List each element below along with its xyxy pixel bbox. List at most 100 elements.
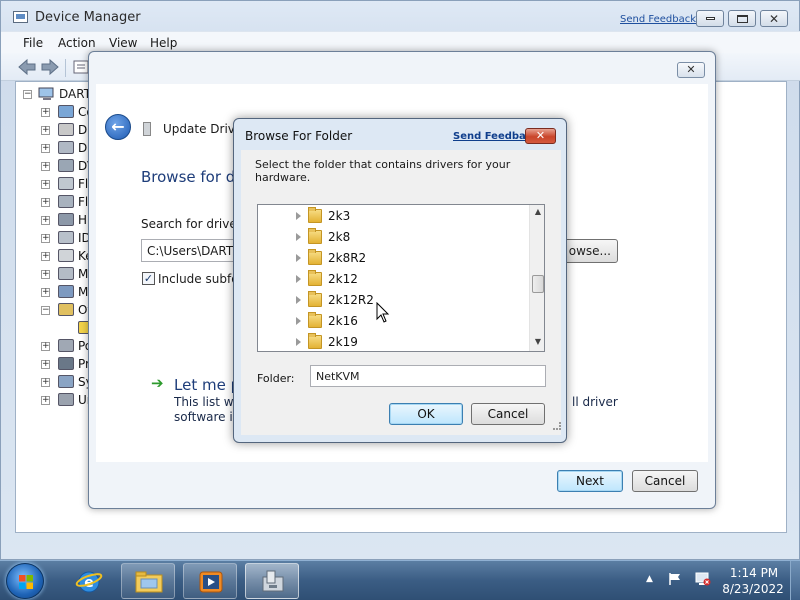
folder-input[interactable]: NetKVM [310,365,546,387]
expand-arrow-icon[interactable] [296,254,301,262]
expand-icon[interactable]: + [41,342,50,351]
vertical-scrollbar[interactable]: ▲ ▼ [529,205,544,351]
folder-icon [308,249,322,265]
expand-icon[interactable]: + [41,162,50,171]
folder-item[interactable]: 2k16 [258,311,528,332]
folder-name: 2k12R2 [328,293,374,307]
expand-icon[interactable]: + [41,396,50,405]
folder-icon [135,571,163,593]
clock-time[interactable]: 1:14 PM [724,566,784,580]
device-category-icon [58,213,74,226]
scroll-up-arrow-icon[interactable]: ▲ [530,207,544,219]
folder-label: Folder: [257,372,295,385]
menu-file[interactable]: File [23,36,43,50]
folder-item[interactable]: 2k3 [258,206,528,227]
show-desktop-button[interactable] [790,561,800,600]
device-category-icon [58,393,74,406]
device-category-icon [58,195,74,208]
expand-arrow-icon[interactable] [296,296,301,304]
folder-item[interactable]: 2k8 [258,227,528,248]
clock-date[interactable]: 8/23/2022 [716,582,790,596]
back-arrow-icon: ← [111,117,125,136]
send-feedback-link[interactable]: Send Feedback [620,14,696,25]
maximize-icon [736,14,748,23]
expand-icon[interactable]: + [41,252,50,261]
computer-icon [38,87,54,100]
expand-icon[interactable]: + [41,144,50,153]
show-hidden-icons-button[interactable]: ▲ [646,574,653,584]
wizard-cancel-button[interactable]: Cancel [632,470,698,492]
network-disconnected-icon[interactable] [695,572,711,586]
expand-icon[interactable]: + [41,234,50,243]
taskbar-media-player[interactable] [183,563,237,599]
browse-for-folder-dialog: Browse For Folder Send Feedback ✕ Select… [233,118,567,443]
minimize-button[interactable] [696,10,724,27]
instruction-text: Select the folder that contains drivers … [255,158,511,184]
ok-button[interactable]: OK [389,403,463,425]
next-button[interactable]: Next [557,470,623,492]
folder-icon [308,333,322,349]
scrollbar-thumb[interactable] [532,275,544,293]
expand-icon[interactable]: + [41,270,50,279]
folder-item[interactable]: 2k8R2 [258,248,528,269]
maximize-button[interactable] [728,10,756,27]
device-category-icon [58,159,74,172]
menu-help[interactable]: Help [150,36,177,50]
title-bar[interactable]: Device Manager Send Feedback ✕ [1,1,800,31]
wizard-close-button[interactable]: ✕ [677,62,705,78]
folder-icon [308,207,322,223]
expand-arrow-icon[interactable] [296,275,301,283]
include-subfolders-checkbox[interactable]: ✓ [142,272,155,285]
taskbar-device-manager[interactable] [245,563,299,599]
back-button[interactable]: ← [105,114,131,140]
green-arrow-icon: ➔ [151,374,164,392]
expand-icon[interactable]: + [41,198,50,207]
expand-icon[interactable]: + [41,288,50,297]
dialog-close-button[interactable]: ✕ [525,128,556,144]
let-me-pick-description-line2: software in t [174,410,234,424]
resize-grip[interactable] [553,422,561,430]
expand-arrow-icon[interactable] [296,212,301,220]
forward-arrow-icon[interactable] [40,58,60,76]
expand-arrow-icon[interactable] [296,233,301,241]
scroll-down-arrow-icon[interactable]: ▼ [530,337,544,349]
folder-tree[interactable]: 2k3 2k8 2k8R2 2k12 2k12R2 2k16 2k19 ▲ ▼ [257,204,545,352]
expand-icon[interactable]: + [41,378,50,387]
device-category-icon [58,105,74,118]
folder-item[interactable]: 2k12R2 [258,290,528,311]
device-category-icon [58,375,74,388]
collapse-icon[interactable]: − [41,306,50,315]
folder-item[interactable]: 2k19 [258,332,528,351]
expand-icon[interactable]: + [41,180,50,189]
close-button[interactable]: ✕ [760,10,788,27]
mouse-cursor-icon [376,302,390,323]
menu-view[interactable]: View [109,36,137,50]
taskbar-internet-explorer[interactable]: e [62,563,116,599]
folder-item[interactable]: 2k12 [258,269,528,290]
menu-action[interactable]: Action [58,36,96,50]
media-player-icon [199,571,223,593]
device-category-icon [58,231,74,244]
collapse-icon[interactable]: − [23,90,32,99]
let-me-pick-description-right: ll driver [572,395,618,409]
network-device-icon [143,122,151,136]
back-arrow-icon[interactable] [17,58,37,76]
folder-name: 2k19 [328,335,358,349]
expand-arrow-icon[interactable] [296,317,301,325]
minimize-icon [705,17,715,20]
taskbar-windows-explorer[interactable] [121,563,175,599]
expand-arrow-icon[interactable] [296,338,301,346]
window-title: Device Manager [35,10,141,25]
dialog-cancel-button[interactable]: Cancel [471,403,545,425]
tree-root-label: DART [59,87,92,101]
expand-icon[interactable]: + [41,216,50,225]
expand-icon[interactable]: + [41,108,50,117]
action-center-flag-icon[interactable] [668,572,682,586]
start-button[interactable] [6,563,44,599]
expand-icon[interactable]: + [41,126,50,135]
folder-name: 2k12 [328,272,358,286]
windows-logo-icon [19,575,33,589]
device-category-icon [58,123,74,136]
folder-icon [308,312,322,328]
expand-icon[interactable]: + [41,360,50,369]
